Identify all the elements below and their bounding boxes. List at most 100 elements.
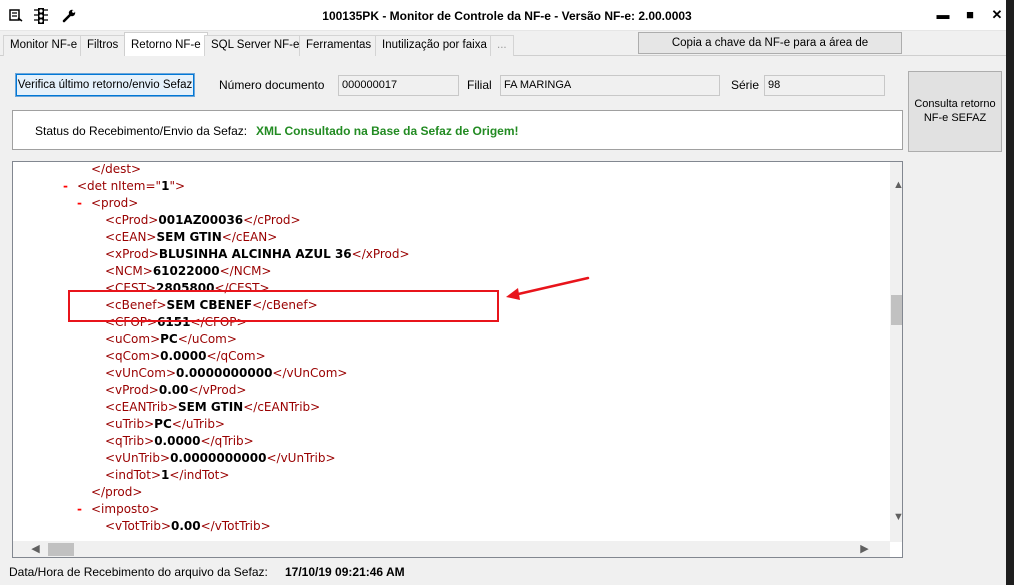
xml-open-tag: <det nItem=" [77, 179, 162, 193]
highlight-box [68, 290, 499, 322]
maximize-button[interactable]: ■ [957, 5, 983, 25]
status-box: Status do Recebimento/Envio da Sefaz: XM… [12, 110, 903, 150]
xml-value: BLUSINHA ALCINHA AZUL 36 [158, 247, 352, 261]
tab-retorno-nfe[interactable]: Retorno NF-e [124, 32, 208, 57]
xml-value: 61022000 [152, 264, 220, 278]
horizontal-scroll-thumb[interactable] [48, 543, 74, 556]
minimize-button[interactable]: ▬ [930, 5, 956, 25]
collapse-marker-icon[interactable]: - [77, 501, 91, 518]
xml-open-tag: <vUnTrib> [105, 451, 171, 465]
horizontal-scrollbar[interactable]: ◀ ▶ [13, 541, 890, 557]
numero-documento-field[interactable]: 000000017 [338, 75, 459, 96]
xml-value: SEM GTIN [177, 400, 244, 414]
xml-open-tag: <NCM> [105, 264, 153, 278]
xml-open-tag: <vTotTrib> [105, 519, 171, 533]
serie-field[interactable]: 98 [764, 75, 885, 96]
collapse-marker-icon[interactable]: - [77, 195, 91, 212]
footer: Data/Hora de Recebimento do arquivo da S… [0, 560, 1014, 585]
xml-open-tag: <uTrib> [105, 417, 155, 431]
xml-line: <qTrib>0.0000</qTrib> [105, 433, 254, 450]
consult-return-button[interactable]: Consulta retorno NF-e SEFAZ [908, 71, 1002, 152]
xml-open-tag: <cProd> [105, 213, 159, 227]
xml-close-tag: </xProd> [351, 247, 410, 261]
xml-close-tag: </qCom> [206, 349, 266, 363]
window-title: 100135PK - Monitor de Controle da NF-e -… [322, 9, 692, 23]
xml-value: 0.0000 [154, 434, 201, 448]
scroll-left-icon[interactable]: ◀ [27, 541, 44, 557]
xml-value: 0.00 [171, 519, 201, 533]
tab-more[interactable]: ... [490, 35, 514, 56]
tab-sql-server-nfe[interactable]: SQL Server NF-e [204, 35, 307, 56]
xml-open-tag: <prod> [91, 196, 139, 210]
serie-label: Série [731, 78, 760, 92]
receipt-datetime-label: Data/Hora de Recebimento do arquivo da S… [9, 565, 268, 579]
xml-open-tag: </prod> [91, 485, 143, 499]
scroll-down-icon[interactable]: ▼ [890, 509, 902, 526]
xml-close-tag: </NCM> [219, 264, 272, 278]
xml-value: SEM GTIN [156, 230, 222, 244]
vertical-scroll-thumb[interactable] [891, 295, 902, 325]
xml-line: <xProd>BLUSINHA ALCINHA AZUL 36</xProd> [105, 246, 410, 263]
filial-label: Filial [467, 78, 492, 92]
xml-close-tag: </vUnTrib> [266, 451, 336, 465]
xml-open-tag: <uCom> [105, 332, 161, 346]
xml-line: - <prod> [77, 195, 138, 212]
collapse-marker-icon[interactable]: - [63, 178, 77, 195]
xml-line: <cEAN>SEM GTIN</cEAN> [105, 229, 277, 246]
xml-value: 0.0000 [160, 349, 207, 363]
xml-open-tag: <qTrib> [105, 434, 155, 448]
xml-open-tag: </dest> [91, 162, 142, 176]
xml-line: <uTrib>PC</uTrib> [105, 416, 225, 433]
xml-close-tag: </qTrib> [200, 434, 254, 448]
xml-line: <cEANTrib>SEM GTIN</cEANTrib> [105, 399, 320, 416]
xml-open-tag: <vProd> [105, 383, 159, 397]
scroll-right-icon[interactable]: ▶ [856, 541, 873, 557]
xml-viewer[interactable]: </dest> - <det nItem="1"> - <prod> <cProd>001… [12, 161, 903, 558]
xml-open-tag: <xProd> [105, 247, 159, 261]
xml-value: 0.0000000000 [170, 451, 267, 465]
xml-line: <NCM>61022000</NCM> [105, 263, 272, 280]
receipt-datetime-value: 17/10/19 09:21:46 AM [285, 565, 405, 579]
filial-field[interactable]: FA MARINGA [500, 75, 720, 96]
xml-line: <uCom>PC</uCom> [105, 331, 237, 348]
xml-line: <vUnTrib>0.0000000000</vUnTrib> [105, 450, 336, 467]
title-bar: 100135PK - Monitor de Controle da NF-e -… [0, 0, 1014, 31]
xml-line: - <det nItem="1"> [63, 178, 185, 195]
xml-value: 0.00 [158, 383, 189, 397]
xml-close-tag: </cEAN> [221, 230, 278, 244]
xml-value: 001AZ00036 [158, 213, 244, 227]
xml-close-tag: </vUnCom> [272, 366, 348, 380]
xml-value: PC [154, 417, 172, 431]
verify-last-return-button[interactable]: Verifica último retorno/envio Sefaz [15, 73, 195, 97]
xml-line: <vTotTrib>0.00</vTotTrib> [105, 518, 271, 535]
xml-close-tag: </indTot> [169, 468, 230, 482]
xml-line: </prod> [91, 484, 142, 501]
xml-line: </dest> [91, 162, 142, 178]
status-value: XML Consultado na Base da Sefaz de Orige… [256, 124, 519, 138]
annotation-arrow-icon [506, 276, 590, 300]
xml-value: PC [160, 332, 178, 346]
xml-close-tag: </cEANTrib> [243, 400, 321, 414]
xml-line: - <imposto> [77, 501, 159, 518]
xml-line: <vProd>0.00</vProd> [105, 382, 246, 399]
xml-close-tag: "> [169, 179, 186, 193]
vertical-scrollbar[interactable]: ▲ ▼ [890, 162, 902, 542]
xml-value: 0.0000000000 [176, 366, 273, 380]
status-label: Status do Recebimento/Envio da Sefaz: [35, 124, 248, 138]
tab-monitor-nfe[interactable]: Monitor NF-e [3, 35, 85, 56]
xml-open-tag: <imposto> [91, 502, 160, 516]
xml-close-tag: </vTotTrib> [200, 519, 271, 533]
xml-open-tag: <cEANTrib> [105, 400, 178, 414]
xml-line: <qCom>0.0000</qCom> [105, 348, 266, 365]
numero-documento-label: Número documento [219, 78, 325, 92]
xml-close-tag: </vProd> [188, 383, 247, 397]
tab-ferramentas[interactable]: Ferramentas [299, 35, 379, 56]
xml-open-tag: <vUnCom> [105, 366, 177, 380]
xml-line: <indTot>1</indTot> [105, 467, 229, 484]
tab-inutilizacao[interactable]: Inutilização por faixa [375, 35, 494, 56]
xml-open-tag: <indTot> [105, 468, 162, 482]
copy-key-button[interactable]: Copia a chave da NF-e para a área de tra… [638, 32, 902, 69]
scroll-up-icon[interactable]: ▲ [890, 177, 902, 194]
tab-filtros[interactable]: Filtros [80, 35, 126, 56]
xml-open-tag: <qCom> [105, 349, 161, 363]
